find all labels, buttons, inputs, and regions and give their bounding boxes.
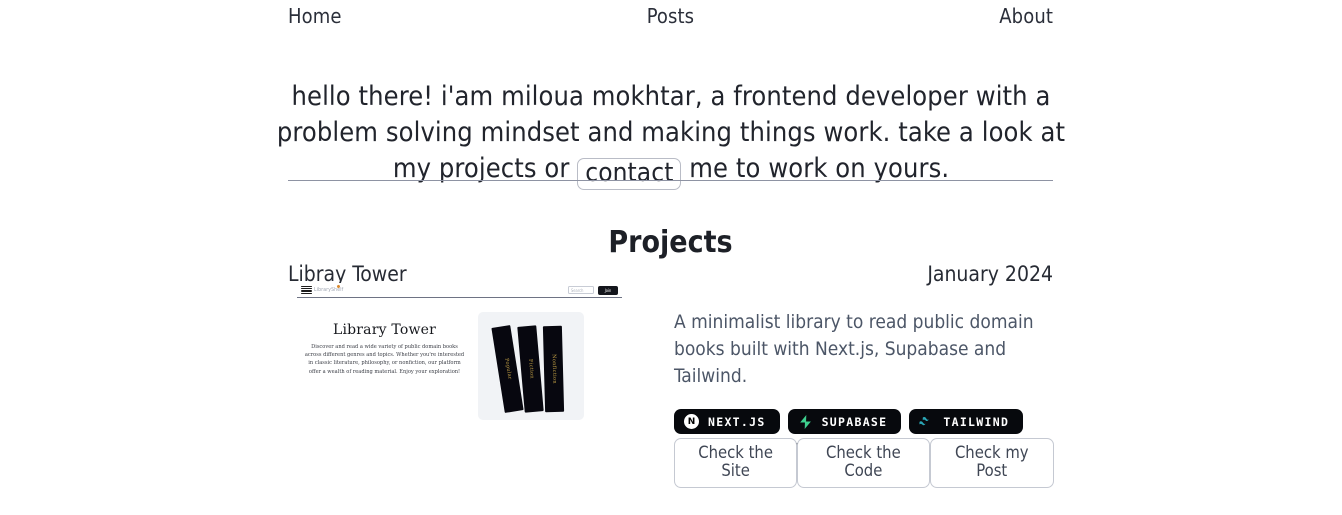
project-date: January 2024 xyxy=(927,262,1053,286)
nextjs-icon: N xyxy=(684,414,699,429)
nav-item-about[interactable]: About xyxy=(999,4,1053,28)
project-link-buttons: Check the Site Check the Code Check my P… xyxy=(674,438,1055,488)
tech-badge-label: NEXT.JS xyxy=(708,414,766,429)
tech-badge-nextjs[interactable]: N NEXT.JS xyxy=(674,409,780,434)
stacked-books-icon xyxy=(301,283,341,295)
nav-item-posts[interactable]: Posts xyxy=(647,4,694,28)
book-spine-label: Fiction xyxy=(526,358,535,380)
tech-badge-label: SUPABASE xyxy=(821,414,888,429)
preview-body: Library Tower Discover and read a wide v… xyxy=(297,298,622,420)
supabase-icon xyxy=(798,414,813,429)
book-spine: Nonfiction xyxy=(542,325,565,413)
tech-badge-label: TAILWIND xyxy=(943,414,1010,429)
main-navigation: Home Posts About xyxy=(288,0,1053,28)
project-details: A minimalist library to read public doma… xyxy=(674,290,1055,488)
preview-paragraph: Discover and read a wide variety of publ… xyxy=(304,344,465,375)
contact-button[interactable]: contact xyxy=(577,158,682,190)
nav-item-home[interactable]: Home xyxy=(288,4,342,28)
tech-badge-tailwind[interactable]: TAILWIND xyxy=(909,409,1024,434)
preview-join-button[interactable]: Join xyxy=(598,285,618,295)
preview-site-header: LibraryShelf Search Join xyxy=(297,283,622,298)
projects-heading: Projects xyxy=(608,224,733,260)
project-preview-image[interactable]: LibraryShelf Search Join Library Tower D… xyxy=(297,283,622,443)
preview-heading: Library Tower xyxy=(332,322,437,338)
preview-search-input[interactable]: Search xyxy=(568,286,594,294)
check-the-site-button[interactable]: Check the Site xyxy=(674,438,798,488)
preview-header-actions: Search Join xyxy=(568,285,618,295)
check-my-post-button[interactable]: Check my Post xyxy=(929,438,1055,488)
hero-intro-text: hello there! i'am miloua mokhtar, a fron… xyxy=(271,79,1071,190)
book-spine-label: Popular xyxy=(502,357,513,381)
tailwind-icon xyxy=(919,414,934,429)
project-description: A minimalist library to read public doma… xyxy=(674,311,1034,387)
preview-copy: Library Tower Discover and read a wide v… xyxy=(303,316,466,420)
check-the-code-button[interactable]: Check the Code xyxy=(797,438,930,488)
page-root: Home Posts About hello there! i'am milou… xyxy=(0,0,1342,515)
book-spine-label: Nonfiction xyxy=(550,354,557,384)
tech-badge-supabase[interactable]: SUPABASE xyxy=(787,409,902,434)
preview-books-illustration: Popular Fiction Nonfiction xyxy=(478,312,584,420)
preview-logo: LibraryShelf xyxy=(301,283,343,295)
section-divider xyxy=(288,180,1053,181)
